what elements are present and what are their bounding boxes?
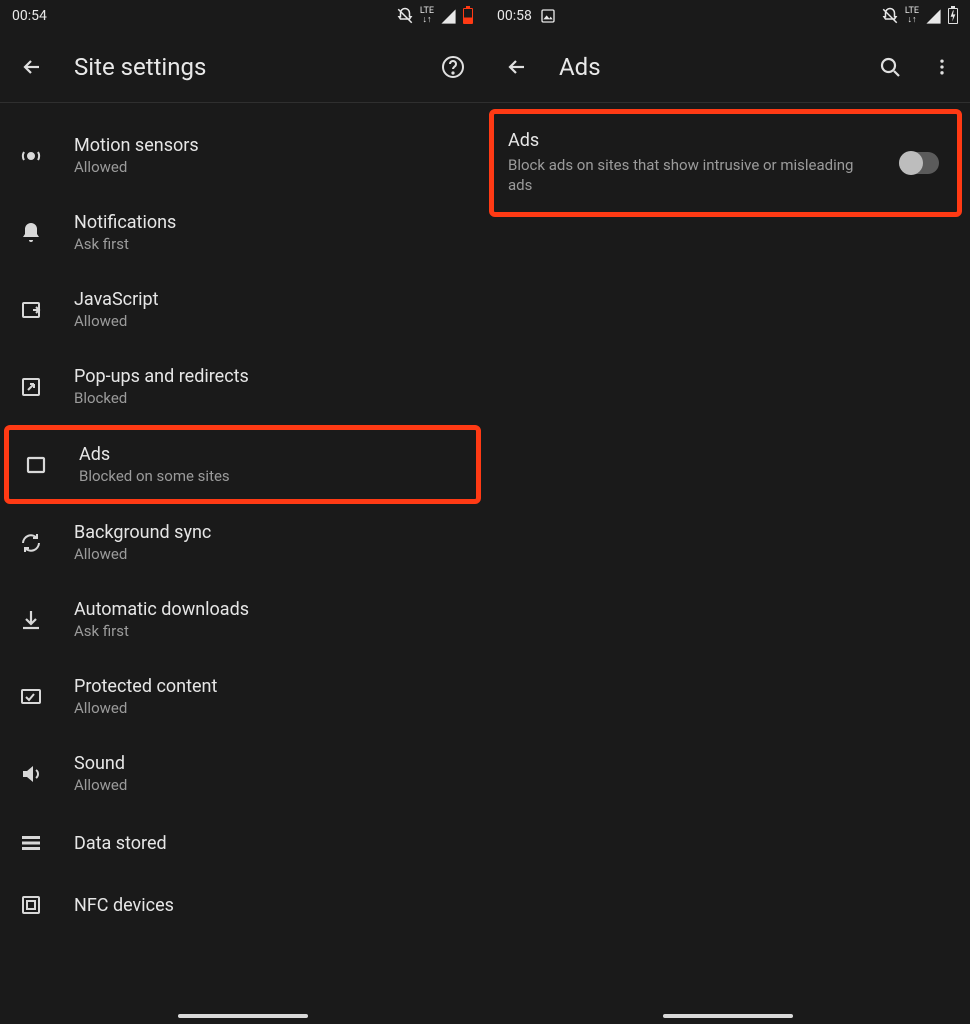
- ads-toggle-row[interactable]: Ads Block ads on sites that show intrusi…: [489, 109, 962, 217]
- setting-row-nfc[interactable]: NFC devices: [0, 874, 485, 936]
- setting-row-protected-content[interactable]: Protected content Allowed: [0, 658, 485, 735]
- ads-setting-description: Block ads on sites that show intrusive o…: [508, 155, 881, 196]
- setting-row-automatic-downloads[interactable]: Automatic downloads Ask first: [0, 581, 485, 658]
- ads-icon: [23, 452, 49, 478]
- alarm-off-icon: [396, 7, 414, 25]
- row-sub: Ask first: [74, 235, 176, 253]
- background-sync-icon: [18, 530, 44, 556]
- row-title: Pop-ups and redirects: [74, 366, 249, 387]
- site-settings-screen: 00:54 LTE↓↑ Site settings: [0, 0, 485, 1024]
- nfc-icon: [18, 892, 44, 918]
- page-title: Ads: [559, 53, 848, 81]
- signal-icon: [925, 8, 942, 25]
- gesture-bar[interactable]: [178, 1014, 308, 1018]
- row-title: Notifications: [74, 212, 176, 233]
- setting-row-notifications[interactable]: Notifications Ask first: [0, 194, 485, 271]
- row-title: NFC devices: [74, 895, 174, 916]
- setting-row-popups[interactable]: Pop-ups and redirects Blocked: [0, 348, 485, 425]
- network-lte-label: LTE↓↑: [905, 7, 919, 25]
- row-sub: Allowed: [74, 545, 211, 563]
- row-title: Background sync: [74, 522, 211, 543]
- ads-setting-title: Ads: [508, 130, 881, 151]
- page-title: Site settings: [74, 53, 411, 81]
- app-bar: Ads: [485, 32, 970, 102]
- row-title: Protected content: [74, 676, 217, 697]
- row-sub: Blocked on some sites: [79, 467, 230, 485]
- back-button[interactable]: [503, 53, 531, 81]
- battery-charging-icon: [948, 8, 958, 24]
- search-button[interactable]: [876, 53, 904, 81]
- row-title: Automatic downloads: [74, 599, 249, 620]
- setting-row-data-stored[interactable]: Data stored: [0, 812, 485, 874]
- network-lte-label: LTE↓↑: [420, 7, 434, 25]
- motion-sensors-icon: [18, 143, 44, 169]
- javascript-icon: [18, 297, 44, 323]
- app-bar: Site settings: [0, 32, 485, 102]
- popups-icon: [18, 374, 44, 400]
- settings-list: Motion sensors Allowed Notifications Ask…: [0, 103, 485, 936]
- divider: [485, 102, 970, 103]
- setting-row-ads[interactable]: Ads Blocked on some sites: [4, 425, 481, 504]
- row-sub: Allowed: [74, 158, 199, 176]
- signal-icon: [440, 8, 457, 25]
- gesture-bar[interactable]: [663, 1014, 793, 1018]
- help-button[interactable]: [439, 53, 467, 81]
- row-title: Ads: [79, 444, 230, 465]
- sound-icon: [18, 761, 44, 787]
- setting-row-sound[interactable]: Sound Allowed: [0, 735, 485, 812]
- status-bar-left: 00:54 LTE↓↑: [0, 0, 485, 32]
- overflow-menu-button[interactable]: [932, 53, 952, 81]
- setting-row-motion-sensors[interactable]: Motion sensors Allowed: [0, 117, 485, 194]
- setting-row-javascript[interactable]: JavaScript Allowed: [0, 271, 485, 348]
- back-button[interactable]: [18, 53, 46, 81]
- status-bar-right: 00:58 LTE↓↑: [485, 0, 970, 32]
- row-sub: Ask first: [74, 622, 249, 640]
- alarm-off-icon: [881, 7, 899, 25]
- data-stored-icon: [18, 830, 44, 856]
- battery-low-icon: [463, 8, 473, 24]
- setting-row-background-sync[interactable]: Background sync Allowed: [0, 504, 485, 581]
- row-title: Sound: [74, 753, 127, 774]
- picture-icon: [540, 8, 556, 24]
- row-sub: Allowed: [74, 312, 159, 330]
- row-title: JavaScript: [74, 289, 159, 310]
- row-title: Data stored: [74, 833, 167, 854]
- ads-settings-screen: 00:58 LTE↓↑ Ads: [485, 0, 970, 1024]
- row-title: Motion sensors: [74, 135, 199, 156]
- row-sub: Allowed: [74, 699, 217, 717]
- row-sub: Blocked: [74, 389, 249, 407]
- row-sub: Allowed: [74, 776, 127, 794]
- notifications-icon: [18, 220, 44, 246]
- status-time: 00:54: [12, 8, 47, 24]
- ads-toggle-switch[interactable]: [899, 152, 939, 174]
- protected-content-icon: [18, 684, 44, 710]
- status-time: 00:58: [497, 8, 532, 24]
- downloads-icon: [18, 607, 44, 633]
